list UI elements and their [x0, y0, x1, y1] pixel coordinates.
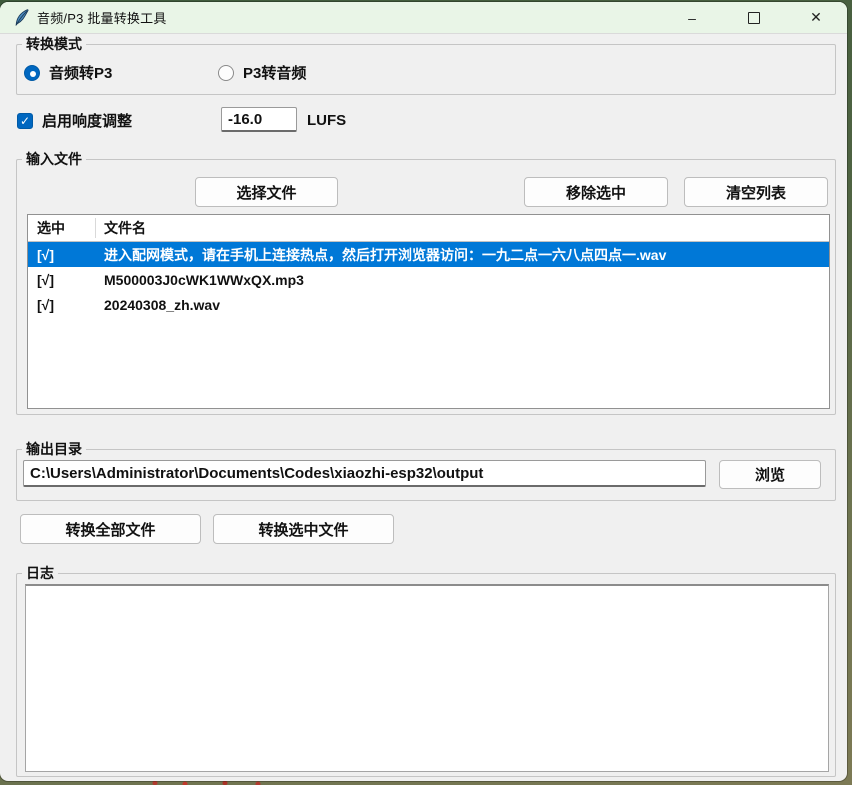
- radio-selected-icon[interactable]: [24, 65, 40, 81]
- column-header-checked[interactable]: 选中: [28, 218, 95, 238]
- radio-label: 音频转P3: [49, 62, 112, 83]
- close-button[interactable]: ✕: [785, 2, 847, 33]
- row-filename-cell: 20240308_zh.wav: [95, 297, 220, 313]
- table-row[interactable]: [√] 20240308_zh.wav: [28, 292, 829, 317]
- minimize-button[interactable]: –: [661, 2, 723, 33]
- titlebar: 音频/P3 批量转换工具 – ✕: [0, 2, 847, 34]
- loudness-checkbox-label: 启用响度调整: [42, 110, 132, 131]
- browse-button[interactable]: 浏览: [719, 460, 821, 489]
- convert-selected-label: 转换选中文件: [258, 519, 348, 540]
- select-files-label: 选择文件: [236, 182, 296, 203]
- browse-label: 浏览: [755, 464, 785, 485]
- table-row[interactable]: [√] 进入配网模式，请在手机上连接热点，然后打开浏览器访问：一九二点一六八点四…: [28, 242, 829, 267]
- log-group: 日志: [16, 573, 836, 777]
- checkbox-checked-icon[interactable]: ✓: [17, 113, 33, 129]
- lufs-value-input[interactable]: [221, 107, 297, 132]
- convert-selected-button[interactable]: 转换选中文件: [213, 514, 394, 544]
- output-dir-group: 输出目录 浏览: [16, 449, 836, 501]
- log-textarea[interactable]: [25, 584, 829, 772]
- checkmark-icon: ✓: [20, 114, 30, 128]
- app-window: 音频/P3 批量转换工具 – ✕ 转换模式 音频转P3 P3转音频 ✓ 启用响度…: [0, 2, 847, 781]
- close-icon: ✕: [810, 9, 822, 26]
- window-title: 音频/P3 批量转换工具: [37, 8, 167, 27]
- minimize-icon: –: [688, 10, 696, 26]
- row-checked-cell: [√]: [28, 297, 95, 313]
- column-header-filename[interactable]: 文件名: [95, 218, 146, 238]
- convert-all-button[interactable]: 转换全部文件: [20, 514, 201, 544]
- mode-group: 转换模式 音频转P3 P3转音频: [16, 44, 836, 95]
- output-dir-group-label: 输出目录: [22, 441, 86, 457]
- radio-label: P3转音频: [243, 62, 306, 83]
- radio-option-p3-to-audio[interactable]: P3转音频: [218, 62, 306, 83]
- desktop: { "window": { "title": "音频/P3 批量转换工具", "…: [0, 0, 852, 785]
- select-files-button[interactable]: 选择文件: [195, 177, 338, 207]
- file-table-header: 选中 文件名: [28, 215, 829, 242]
- remove-selected-label: 移除选中: [566, 182, 626, 203]
- row-filename-cell: M500003J0cWK1WWxQX.mp3: [95, 272, 304, 288]
- python-feather-icon: [14, 9, 29, 26]
- row-filename-cell: 进入配网模式，请在手机上连接热点，然后打开浏览器访问：一九二点一六八点四点一.w…: [95, 245, 666, 265]
- remove-selected-button[interactable]: 移除选中: [524, 177, 668, 207]
- radio-unselected-icon[interactable]: [218, 65, 234, 81]
- file-table[interactable]: 选中 文件名 [√] 进入配网模式，请在手机上连接热点，然后打开浏览器访问：一九…: [27, 214, 830, 409]
- table-row[interactable]: [√] M500003J0cWK1WWxQX.mp3: [28, 267, 829, 292]
- clear-list-button[interactable]: 清空列表: [684, 177, 828, 207]
- loudness-checkbox-row[interactable]: ✓ 启用响度调整: [17, 110, 132, 131]
- mode-group-label: 转换模式: [22, 36, 86, 52]
- maximize-button[interactable]: [723, 2, 785, 33]
- clear-list-label: 清空列表: [726, 182, 786, 203]
- column-separator: [95, 218, 96, 238]
- input-files-group-label: 输入文件: [22, 151, 86, 167]
- row-checked-cell: [√]: [28, 247, 95, 263]
- window-controls: – ✕: [661, 2, 847, 33]
- convert-all-label: 转换全部文件: [65, 519, 155, 540]
- row-checked-cell: [√]: [28, 272, 95, 288]
- output-path-input[interactable]: [23, 460, 706, 487]
- radio-option-audio-to-p3[interactable]: 音频转P3: [24, 62, 112, 83]
- log-group-label: 日志: [22, 565, 58, 581]
- maximize-icon: [748, 12, 760, 24]
- lufs-unit-label: LUFS: [307, 112, 346, 129]
